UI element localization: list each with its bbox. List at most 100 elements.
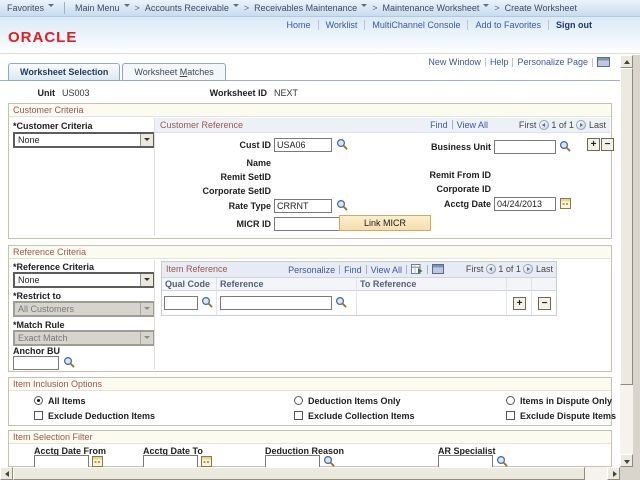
horizontal-scrollbar-thumb[interactable] — [13, 467, 585, 480]
cust-id-lookup-icon[interactable] — [336, 138, 348, 150]
customer-reference-title: Customer Reference — [160, 120, 244, 130]
name-label: Name — [246, 158, 271, 168]
dropdown-arrow-icon[interactable] — [140, 134, 153, 146]
deduction-reason-lookup-icon[interactable] — [323, 455, 335, 467]
breadcrumb-accounts-receivable[interactable]: Accounts Receivable — [145, 3, 239, 13]
item-reference-grid: Item Reference Personalize Find View All F… — [161, 261, 557, 316]
personalize-page-link[interactable]: Personalize Page — [517, 57, 588, 67]
download-to-excel-icon[interactable] — [411, 264, 423, 274]
ar-specialist-lookup-icon[interactable] — [496, 455, 508, 467]
breadcrumb-maintenance-worksheet[interactable]: Maintenance Worksheet — [382, 3, 490, 13]
divider — [592, 57, 593, 67]
sign-out-link[interactable]: Sign out — [556, 20, 592, 30]
reference-input[interactable] — [220, 296, 332, 310]
acctg-date-to-calendar-icon[interactable] — [201, 455, 212, 467]
item-inclusion-groupbox: Item Inclusion Options All Items Deducti… — [8, 377, 616, 426]
item-reference-column-headers: Qual Code Reference To Reference — [162, 278, 556, 291]
match-rule-label: *Match Rule — [13, 320, 65, 330]
divider — [154, 260, 155, 369]
divider — [484, 57, 486, 67]
delete-row-button[interactable]: − — [601, 138, 614, 151]
deduction-items-only-radio[interactable] — [294, 396, 303, 405]
acctg-date-label: Acctg Date — [443, 199, 491, 209]
rate-type-lookup-icon[interactable] — [336, 199, 348, 211]
divider — [339, 265, 341, 274]
business-unit-input[interactable] — [494, 140, 556, 154]
scroll-down-button[interactable] — [620, 454, 633, 467]
next-row-icon[interactable] — [576, 120, 587, 130]
worklist-link[interactable]: Worklist — [326, 20, 358, 30]
divider — [154, 118, 155, 236]
delete-row-button[interactable]: − — [538, 297, 551, 310]
scroll-right-button[interactable] — [607, 467, 620, 480]
dropdown-arrow-icon — [140, 303, 153, 315]
exclude-collection-items-checkbox[interactable] — [294, 411, 303, 420]
breadcrumb-separator: > — [134, 3, 140, 13]
view-all-link[interactable]: View All — [457, 120, 488, 130]
vertical-scrollbar-thumb[interactable] — [620, 68, 633, 385]
reference-criteria-title: Reference Criteria — [9, 246, 611, 259]
anchor-bu-lookup-icon[interactable] — [63, 356, 75, 368]
remit-setid-label: Remit SetID — [220, 172, 271, 182]
link-micr-button[interactable]: Link MICR — [339, 215, 431, 231]
anchor-bu-input[interactable] — [13, 356, 59, 370]
divider — [427, 265, 428, 274]
column-header-spacer — [532, 278, 557, 291]
add-to-favorites-link[interactable]: Add to Favorites — [475, 20, 541, 30]
match-rule-select: Exact Match — [13, 330, 155, 346]
all-items-radio[interactable] — [34, 396, 43, 405]
remit-from-id-label: Remit From ID — [429, 170, 491, 180]
find-link[interactable]: Find — [344, 265, 362, 275]
customer-criteria-label: *Customer Criteria — [13, 121, 93, 131]
new-window-link[interactable]: New Window — [428, 57, 481, 67]
breadcrumb-separator: > — [494, 3, 500, 13]
multichannel-console-link[interactable]: MultiChannel Console — [372, 20, 460, 30]
next-row-icon[interactable] — [523, 264, 534, 274]
breadcrumb-receivables-maintenance[interactable]: Receivables Maintenance — [254, 3, 368, 13]
worksheet-id-label: Worksheet ID — [209, 88, 267, 98]
acctg-date-input[interactable] — [494, 197, 556, 211]
to-reference-cell — [357, 291, 507, 315]
favorites-menu[interactable]: Favorites — [7, 3, 55, 13]
qual-code-lookup-icon[interactable] — [201, 296, 213, 308]
help-link[interactable]: Help — [490, 57, 509, 67]
acctg-date-calendar-icon[interactable] — [560, 197, 571, 209]
view-all-link[interactable]: View All — [371, 265, 402, 275]
previous-row-icon[interactable] — [538, 120, 549, 130]
cust-id-input[interactable] — [274, 138, 332, 152]
item-reference-grid-header: Item Reference Personalize Find View All F… — [162, 262, 556, 278]
reference-lookup-icon[interactable] — [335, 296, 347, 308]
deduction-items-only-label: Deduction Items Only — [308, 396, 401, 406]
items-in-dispute-only-radio[interactable] — [506, 396, 515, 405]
tab-worksheet-matches[interactable]: Worksheet Matches — [122, 63, 226, 81]
find-link[interactable]: Find — [430, 120, 448, 130]
exclude-deduction-items-checkbox[interactable] — [34, 411, 43, 420]
add-row-button[interactable]: + — [587, 138, 600, 151]
dropdown-arrow-icon[interactable] — [140, 274, 153, 286]
page-position: 1 of 1 — [498, 264, 521, 274]
copy-url-icon[interactable] — [597, 57, 610, 67]
home-link[interactable]: Home — [287, 20, 311, 30]
to-reference-column-header: To Reference — [357, 278, 507, 291]
add-row-button[interactable]: + — [513, 297, 526, 310]
restrict-to-select: All Customers — [13, 301, 155, 317]
breadcrumb-main-menu[interactable]: Main Menu — [75, 3, 130, 13]
qual-code-input[interactable] — [164, 296, 198, 310]
personalize-link[interactable]: Personalize — [288, 265, 335, 275]
scroll-left-button[interactable] — [0, 467, 13, 480]
acctg-date-from-calendar-icon[interactable] — [92, 455, 103, 467]
customer-criteria-select[interactable]: None — [13, 132, 155, 148]
rate-type-input[interactable] — [274, 199, 332, 213]
corporate-id-label: Corporate ID — [436, 184, 491, 194]
worksheet-id-value: NEXT — [274, 88, 299, 98]
tab-worksheet-selection[interactable]: Worksheet Selection — [8, 63, 121, 81]
chevron-down-icon — [483, 4, 490, 10]
previous-row-icon[interactable] — [485, 264, 496, 274]
exclude-dispute-items-checkbox[interactable] — [506, 411, 515, 420]
scroll-up-button[interactable] — [620, 55, 633, 68]
scrollbar-corner — [620, 467, 640, 480]
item-inclusion-title: Item Inclusion Options — [9, 378, 611, 391]
business-unit-lookup-icon[interactable] — [559, 140, 571, 152]
grid-popout-icon[interactable] — [432, 264, 444, 274]
reference-criteria-select[interactable]: None — [13, 272, 155, 288]
